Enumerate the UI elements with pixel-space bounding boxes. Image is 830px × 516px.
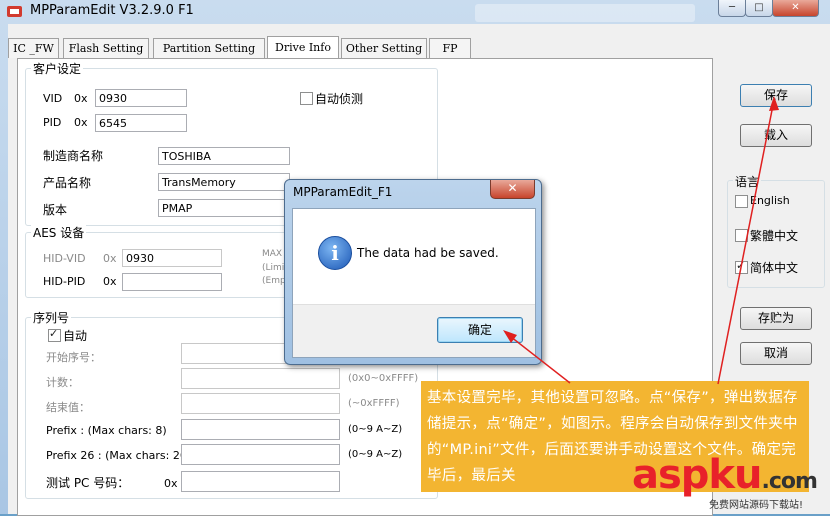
watermark-tagline: 免费网站源码下载站! bbox=[709, 500, 804, 511]
app-window: MPParamEdit V3.2.9.0 F1 ─ □ ✕ IC _FW Fla… bbox=[0, 0, 830, 516]
watermark-suffix: .com bbox=[761, 469, 818, 494]
watermark-brand: aspku bbox=[632, 452, 763, 498]
arrow-head-save bbox=[769, 96, 779, 111]
annotation-arrows bbox=[503, 96, 779, 385]
arrow-to-save bbox=[717, 99, 775, 385]
watermark-logo: aspku.com bbox=[632, 452, 818, 498]
arrow-to-ok bbox=[505, 332, 571, 384]
arrow-head-ok bbox=[503, 330, 517, 343]
